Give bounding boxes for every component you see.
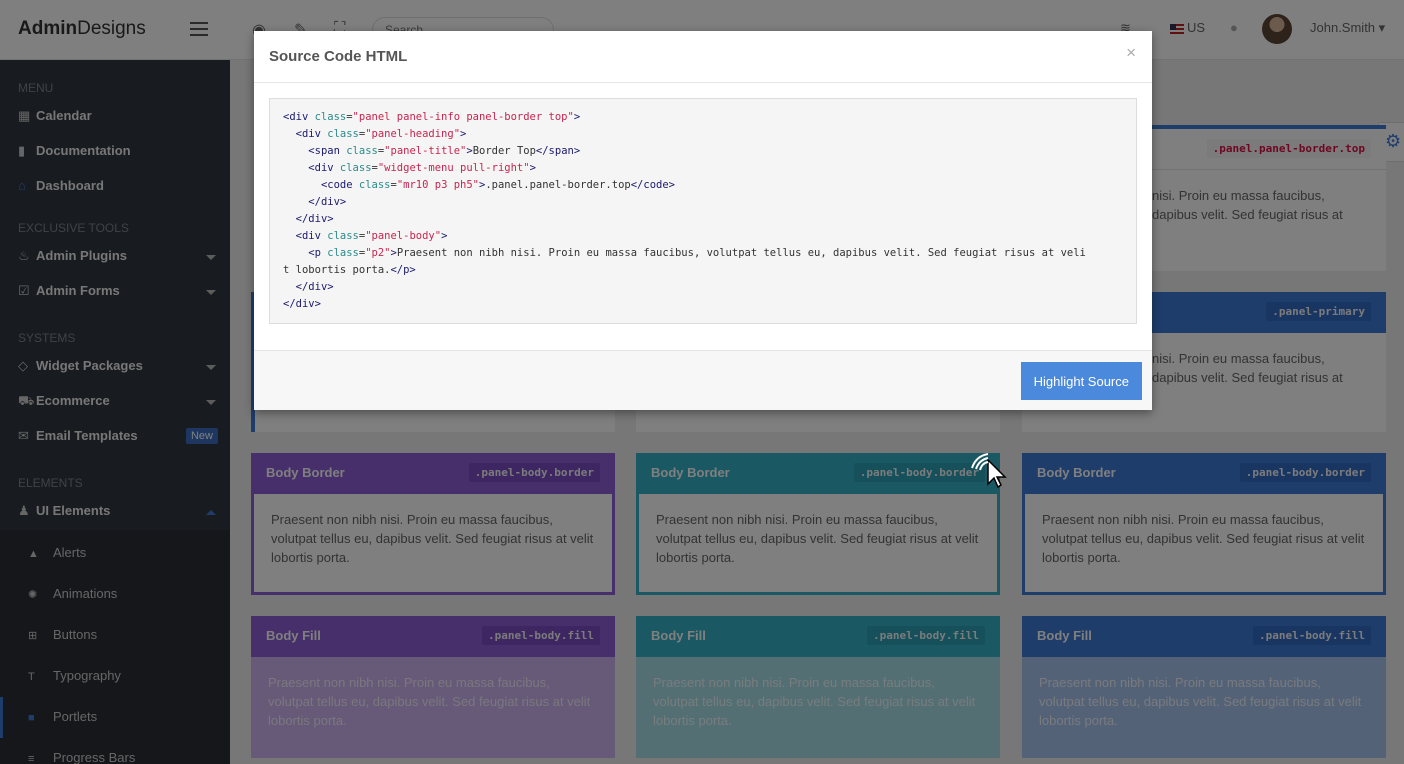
modal-header: Source Code HTML × (254, 31, 1152, 83)
source-code-modal: Source Code HTML × <div class="panel pan… (254, 31, 1152, 410)
modal-body: <div class="panel panel-info panel-borde… (254, 83, 1152, 350)
click-cursor-icon (971, 453, 1007, 489)
close-icon[interactable]: × (1126, 43, 1136, 63)
modal-footer: Highlight Source (254, 350, 1152, 410)
modal-title: Source Code HTML (269, 48, 408, 65)
highlight-source-button[interactable]: Highlight Source (1020, 362, 1142, 400)
source-code-block[interactable]: <div class="panel panel-info panel-borde… (269, 98, 1137, 324)
